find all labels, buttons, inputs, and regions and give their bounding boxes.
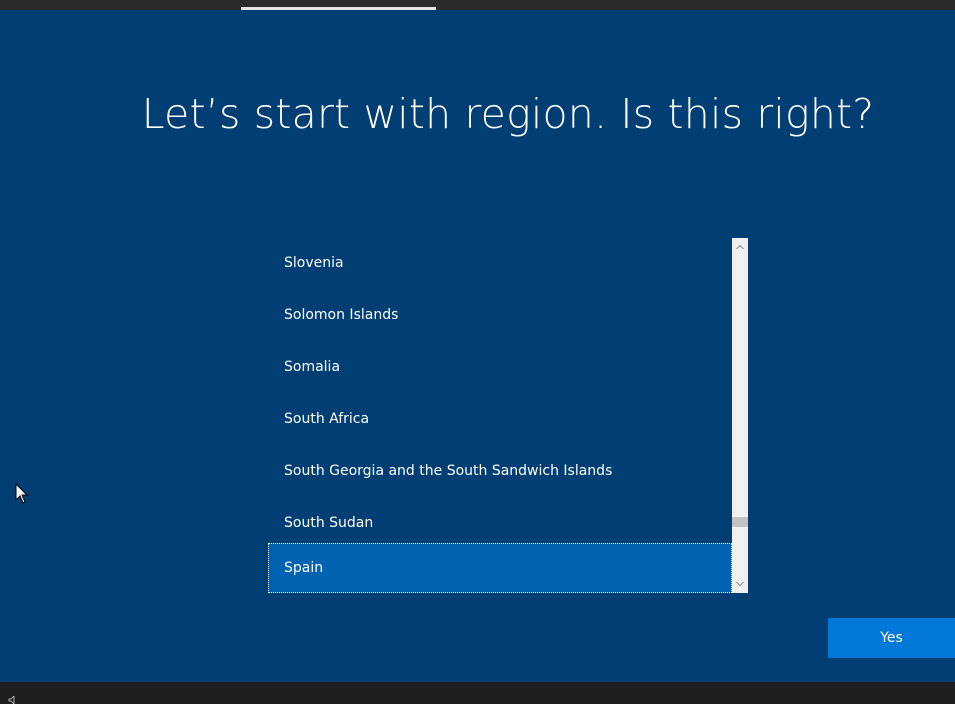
list-item[interactable]: Solomon Islands: [268, 290, 732, 340]
list-item[interactable]: South Africa: [268, 394, 732, 444]
list-item[interactable]: South Sudan: [268, 498, 732, 548]
top-bar: [0, 0, 955, 10]
page-title: Let’s start with region. Is this right?: [141, 90, 875, 138]
list-item[interactable]: South Georgia and the South Sandwich Isl…: [268, 446, 732, 496]
region-list: Slovenia Solomon Islands Somalia South A…: [268, 238, 732, 593]
mouse-pointer-icon: [15, 483, 29, 504]
list-item-selected[interactable]: Spain: [268, 543, 732, 593]
list-scrollbar[interactable]: [732, 238, 748, 593]
taskbar: [0, 682, 955, 704]
yes-button[interactable]: Yes: [828, 618, 955, 658]
list-item[interactable]: Slovenia: [268, 238, 732, 288]
chevron-down-icon[interactable]: [732, 576, 748, 592]
region-listbox[interactable]: Slovenia Solomon Islands Somalia South A…: [268, 238, 748, 593]
volume-icon[interactable]: [8, 696, 18, 704]
list-item[interactable]: Somalia: [268, 342, 732, 392]
chevron-up-icon[interactable]: [732, 239, 748, 255]
scrollbar-thumb[interactable]: [732, 517, 748, 527]
